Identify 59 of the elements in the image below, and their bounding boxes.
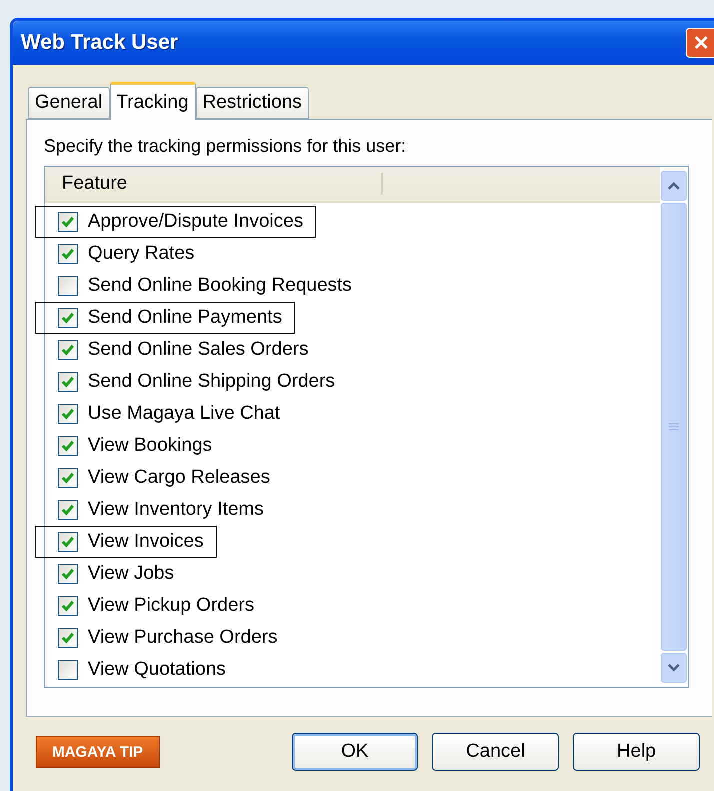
feature-label: Use Magaya Live Chat: [88, 403, 280, 425]
close-button[interactable]: ✕: [686, 28, 714, 58]
check-icon: [61, 503, 75, 517]
feature-label: View Bookings: [88, 435, 212, 457]
check-icon: [61, 471, 75, 485]
feature-label: Send Online Sales Orders: [88, 339, 309, 361]
tab[interactable]: Restrictions: [196, 87, 310, 119]
check-icon: [61, 215, 75, 229]
dialog-button[interactable]: Help: [573, 733, 700, 771]
scrollbar[interactable]: [660, 167, 688, 687]
checkbox[interactable]: [58, 564, 78, 584]
feature-label: View Inventory Items: [88, 499, 264, 521]
checkbox[interactable]: [58, 660, 78, 680]
check-icon: [61, 407, 75, 421]
check-icon: [61, 247, 75, 261]
checkbox[interactable]: [58, 340, 78, 360]
feature-label: View Invoices: [88, 531, 204, 553]
checkbox[interactable]: [58, 308, 78, 328]
checkbox[interactable]: [58, 532, 78, 552]
instruction-text: Specify the tracking permissions for this user:: [44, 136, 408, 157]
tab[interactable]: General: [28, 87, 110, 119]
feature-label: View Purchase Orders: [88, 627, 278, 649]
feature-label: Query Rates: [88, 243, 195, 265]
checkbox[interactable]: [58, 628, 78, 648]
check-icon: [61, 439, 75, 453]
checkbox[interactable]: [58, 372, 78, 392]
check-icon: [61, 631, 75, 645]
grip-icon: [669, 423, 679, 431]
feature-label: Send Online Payments: [88, 307, 282, 329]
tip-button[interactable]: MAGAYA TIP: [36, 736, 160, 768]
feature-label: View Pickup Orders: [88, 595, 254, 617]
scroll-thumb[interactable]: [661, 203, 687, 651]
checkbox[interactable]: [58, 468, 78, 488]
dialog-button[interactable]: OK: [292, 733, 418, 771]
check-icon: [61, 311, 75, 325]
check-icon: [61, 375, 75, 389]
feature-label: Approve/Dispute Invoices: [88, 211, 304, 233]
checkbox[interactable]: [58, 436, 78, 456]
dialog-button[interactable]: Cancel: [432, 733, 560, 771]
scroll-up-icon[interactable]: [661, 171, 687, 201]
checkbox[interactable]: [58, 212, 78, 232]
feature-label: View Quotations: [88, 659, 226, 681]
window-title: Web Track User: [21, 31, 178, 55]
feature-label: Send Online Booking Requests: [88, 275, 352, 297]
check-icon: [61, 567, 75, 581]
check-icon: [61, 599, 75, 613]
checkbox[interactable]: [58, 500, 78, 520]
checkbox[interactable]: [58, 276, 78, 296]
feature-label: View Jobs: [88, 563, 174, 585]
check-icon: [61, 535, 75, 549]
checkbox[interactable]: [58, 596, 78, 616]
feature-label: Send Online Shipping Orders: [88, 371, 336, 393]
tab[interactable]: Tracking: [110, 82, 196, 120]
checkbox[interactable]: [58, 404, 78, 424]
column-header[interactable]: Feature: [45, 173, 383, 195]
check-icon: [61, 343, 75, 357]
feature-label: View Cargo Releases: [88, 467, 270, 489]
checkbox[interactable]: [58, 244, 78, 264]
scroll-down-icon[interactable]: [661, 653, 687, 683]
